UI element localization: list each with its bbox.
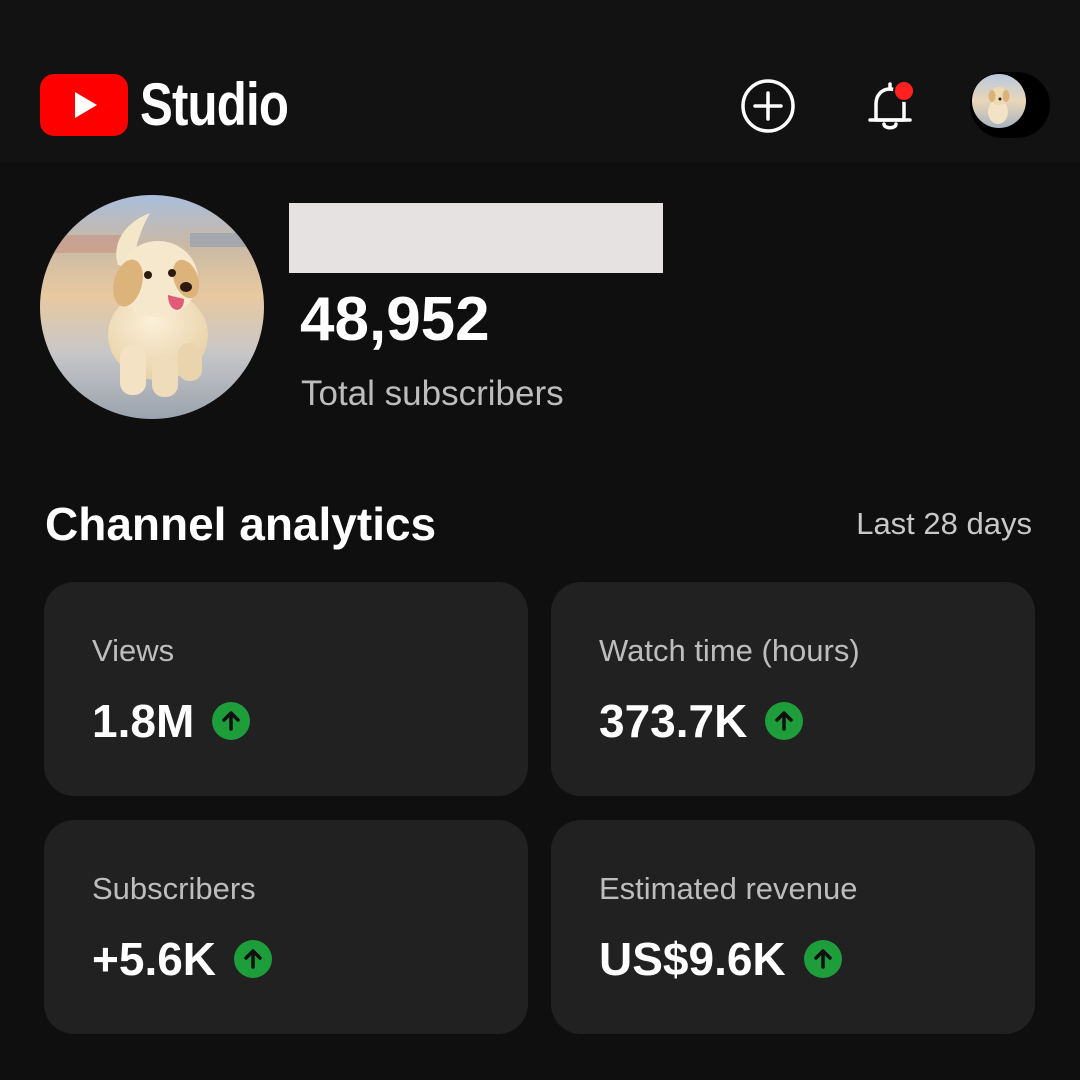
trend-up-icon — [803, 940, 842, 978]
notifications-button[interactable] — [862, 76, 918, 136]
card-value-row: +5.6K — [92, 932, 273, 986]
card-value-row: US$9.6K — [599, 932, 842, 986]
card-value-row: 1.8M — [92, 694, 251, 748]
trend-up-icon — [765, 702, 804, 740]
app-header: Studio — [0, 0, 1080, 162]
account-avatar — [972, 74, 1026, 128]
card-value-row: 373.7K — [599, 694, 804, 748]
channel-name-redacted — [289, 203, 663, 273]
total-subscribers-value: 48,952 — [300, 285, 490, 354]
channel-analytics-title: Channel analytics — [45, 498, 437, 550]
youtube-logo-icon — [40, 74, 128, 136]
date-range-label[interactable]: Last 28 days — [856, 503, 1032, 545]
card-label: Watch time (hours) — [599, 633, 860, 668]
card-value: 1.8M — [92, 695, 195, 747]
trend-up-icon — [212, 702, 251, 740]
card-value: US$9.6K — [599, 933, 786, 985]
card-label: Views — [92, 633, 175, 668]
card-label: Subscribers — [92, 871, 256, 906]
analytics-card-watch-time[interactable]: Watch time (hours) 373.7K — [551, 582, 1035, 796]
account-button[interactable] — [970, 72, 1050, 138]
channel-avatar[interactable] — [40, 195, 264, 419]
card-label: Estimated revenue — [599, 871, 858, 906]
card-value: +5.6K — [92, 933, 217, 985]
studio-dashboard: Studio 48,952 Total subscribers Channel … — [0, 0, 1080, 1080]
create-button[interactable] — [740, 78, 796, 134]
create-plus-icon — [741, 79, 795, 133]
youtube-studio-logo[interactable]: Studio — [40, 74, 321, 136]
analytics-card-subscribers[interactable]: Subscribers +5.6K — [44, 820, 528, 1034]
total-subscribers-label: Total subscribers — [301, 374, 564, 413]
analytics-card-views[interactable]: Views 1.8M — [44, 582, 528, 796]
analytics-card-estimated-revenue[interactable]: Estimated revenue US$9.6K — [551, 820, 1035, 1034]
notification-bell-icon — [868, 80, 915, 130]
notification-badge — [893, 80, 915, 102]
studio-wordmark: Studio — [140, 71, 289, 138]
trend-up-icon — [234, 940, 273, 978]
card-value: 373.7K — [599, 695, 748, 747]
